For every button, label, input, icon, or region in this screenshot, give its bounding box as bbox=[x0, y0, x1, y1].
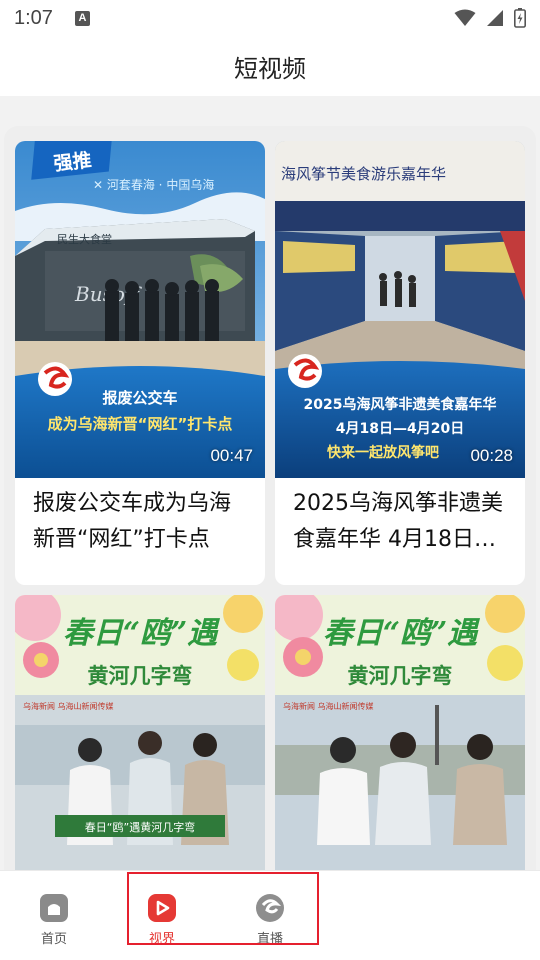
nav-item-live[interactable]: 直播 bbox=[225, 871, 315, 960]
video-card[interactable]: 春日“鸥”遇 黄河几字弯 乌海新闻 乌海山新闻传媒 bbox=[275, 595, 525, 870]
event-banner-text: 海风筝节美食游乐嘉年华 bbox=[281, 165, 446, 183]
video-card[interactable]: 春日“鸥”遇 黄河几字弯 乌海新闻 乌海山新闻传媒 春日“鸥”遇黄河几字弯 bbox=[15, 595, 265, 870]
video-feed[interactable]: 民生大食堂 Busoff 强推 ✕ 河套春海 · 中国乌海 bbox=[0, 96, 540, 870]
nav-item-home[interactable]: 首页 bbox=[9, 871, 99, 960]
subheadline-text: 黄河几字弯 bbox=[88, 663, 193, 688]
caption-line-2: 成为乌海新晋“网红”打卡点 bbox=[48, 415, 233, 433]
media-logos: 乌海新闻 乌海山新闻传媒 bbox=[23, 701, 114, 711]
caption-line-3: 快来一起放风筝吧 bbox=[327, 444, 439, 461]
wifi-icon bbox=[454, 9, 476, 26]
status-time: 1:07 bbox=[14, 6, 53, 29]
notification-icon: A bbox=[74, 10, 90, 26]
nav-label-home: 首页 bbox=[40, 932, 67, 947]
status-bar: 1:07 A bbox=[0, 0, 540, 36]
headline-text: 春日“鸥”遇 bbox=[323, 616, 481, 651]
battery-charging-icon bbox=[514, 8, 526, 28]
caption-line-1: 2025乌海风筝非遗美食嘉年华 bbox=[304, 396, 497, 413]
page-title: 短视频 bbox=[234, 54, 306, 83]
video-title[interactable]: 报废公交车成为乌海新晋“网红”打卡点 bbox=[15, 478, 265, 584]
bottom-nav: 首页 视界 直播 bbox=[0, 870, 540, 960]
video-play-icon bbox=[148, 894, 176, 922]
video-card[interactable]: 海风筝节美食游乐嘉年华 2025乌海风筝非遗美食嘉年华 4月18日—4月20日 … bbox=[275, 141, 525, 585]
signal-icon bbox=[487, 10, 503, 26]
nav-label-vision: 视界 bbox=[148, 932, 175, 947]
nav-label-live: 直播 bbox=[256, 932, 283, 947]
caption-line-2: 4月18日—4月20日 bbox=[336, 421, 464, 437]
video-duration: 00:28 bbox=[470, 446, 513, 465]
video-card[interactable]: 民生大食堂 Busoff 强推 ✕ 河套春海 · 中国乌海 bbox=[15, 141, 265, 585]
video-title[interactable]: 2025乌海风筝非遗美食嘉年华 4月18日… bbox=[275, 478, 525, 584]
tagline-text: ✕ 河套春海 · 中国乌海 bbox=[93, 177, 214, 192]
video-thumbnail[interactable]: 春日“鸥”遇 黄河几字弯 乌海新闻 乌海山新闻传媒 bbox=[275, 595, 525, 870]
nav-item-vision[interactable]: 视界 bbox=[117, 871, 207, 960]
caption-line-1: 报废公交车 bbox=[102, 389, 177, 407]
video-thumbnail[interactable]: 海风筝节美食游乐嘉年华 2025乌海风筝非遗美食嘉年华 4月18日—4月20日 … bbox=[275, 141, 525, 478]
badge-text: 强推 bbox=[52, 148, 92, 175]
media-logos: 乌海新闻 乌海山新闻传媒 bbox=[283, 701, 374, 711]
video-duration: 00:47 bbox=[210, 446, 253, 465]
video-thumbnail[interactable]: 春日“鸥”遇 黄河几字弯 乌海新闻 乌海山新闻传媒 春日“鸥”遇黄河几字弯 bbox=[15, 595, 265, 870]
status-icons bbox=[454, 8, 526, 28]
headline-text: 春日“鸥”遇 bbox=[63, 616, 221, 651]
live-logo-icon bbox=[256, 894, 284, 922]
video-thumbnail[interactable]: 民生大食堂 Busoff 强推 ✕ 河套春海 · 中国乌海 bbox=[15, 141, 265, 478]
home-icon bbox=[40, 894, 68, 922]
lower-caption-text: 春日“鸥”遇黄河几字弯 bbox=[85, 820, 195, 834]
building-sign-text: 民生大食堂 bbox=[57, 232, 112, 246]
app-header: 短视频 bbox=[0, 36, 540, 96]
subheadline-text: 黄河几字弯 bbox=[348, 663, 453, 688]
